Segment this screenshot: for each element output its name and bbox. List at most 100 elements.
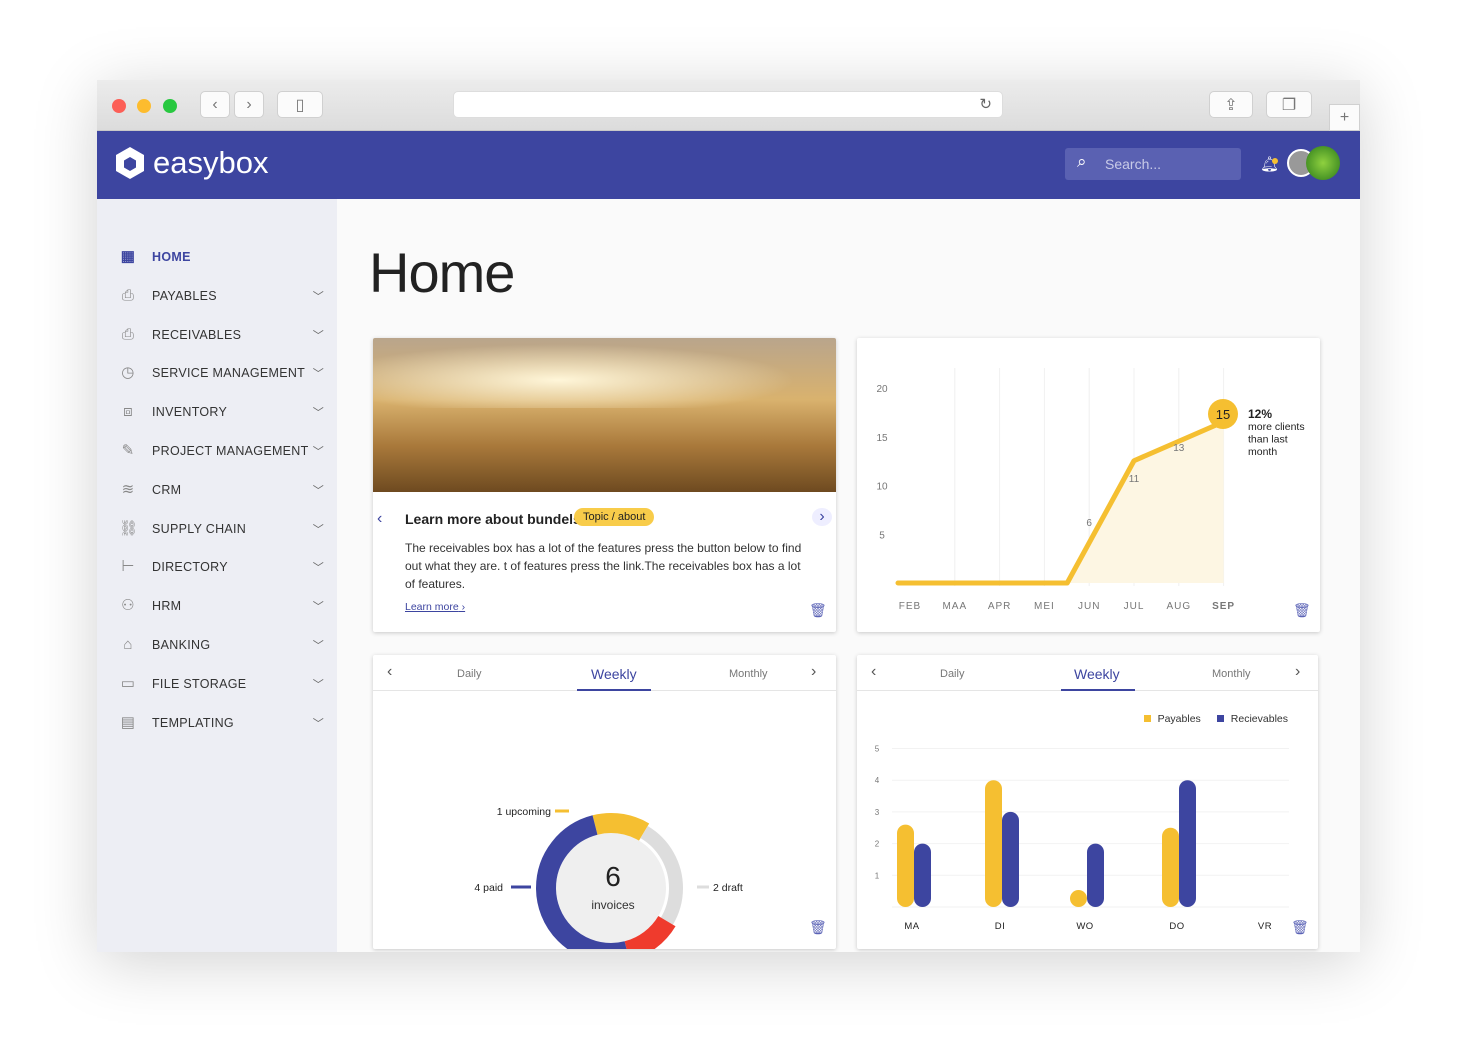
tools-icon: ✎ <box>121 442 135 459</box>
chevron-down-icon[interactable]: ﹀ <box>313 404 324 420</box>
family-field-image <box>373 338 836 492</box>
chevron-down-icon[interactable]: ﹀ <box>313 482 324 498</box>
legend-item: Payables <box>1143 713 1201 725</box>
sidebar-item-supply-chain[interactable]: ⛓︎ SUPPLY CHAIN ﹀ <box>119 517 324 541</box>
sidebar-item-label: DIRECTORY <box>152 560 228 575</box>
address-bar[interactable]: ↻ <box>453 91 1003 118</box>
card-body: The receivables box has a lot of the fea… <box>405 541 802 591</box>
hexagon-logo-icon <box>116 147 144 179</box>
sidebar-item-receivables[interactable]: ⎙ RECEIVABLES ﹀ <box>119 323 324 347</box>
trash-icon[interactable]: 🗑︎ <box>809 602 827 619</box>
x-tick-label: MA <box>904 921 919 932</box>
company-avatar[interactable] <box>1306 146 1340 180</box>
sidebar-item-hrm[interactable]: ⚇ HRM ﹀ <box>119 594 324 618</box>
payables-receivables-bar-card: 1 2 3 4 5 MA DI WO DO VR ‹ Daily Weekly Monthly ›… <box>857 655 1318 949</box>
x-tick-label: JUL <box>1124 601 1145 612</box>
legend: Payables Recievables <box>1143 713 1288 725</box>
bar <box>1179 780 1196 907</box>
tab-daily[interactable]: Daily <box>940 668 964 680</box>
browser-window: ‹ › ▯ ↻ ⇪ ❐ + easybox ⌕ Search... 🔔︎ ▦ HO… <box>97 80 1360 952</box>
chevron-down-icon[interactable]: ﹀ <box>313 327 324 343</box>
sidebar-item-home[interactable]: ▦ HOME <box>119 245 324 269</box>
sidebar-item-inventory[interactable]: ⧈ INVENTORY ﹀ <box>119 400 324 424</box>
chevron-down-icon[interactable]: ﹀ <box>313 715 324 731</box>
close-window-button[interactable] <box>112 99 126 113</box>
sidebar-item-payables[interactable]: ⎙ PAYABLES ﹀ <box>119 284 324 308</box>
chevron-down-icon[interactable]: ﹀ <box>313 365 324 381</box>
sidebar-item-crm[interactable]: ≋ CRM ﹀ <box>119 478 324 502</box>
sidebar-item-label: PAYABLES <box>152 288 217 303</box>
callout-text: more clients <box>1248 421 1305 433</box>
share-icon[interactable]: ⇪ <box>1209 91 1253 118</box>
bar <box>1070 890 1087 907</box>
search-icon: ⌕ <box>1077 152 1087 171</box>
tab-weekly[interactable]: Weekly <box>1074 666 1120 682</box>
logo[interactable]: easybox <box>115 145 268 181</box>
sidebar-item-label: HRM <box>152 599 182 614</box>
template-icon: ▤ <box>120 713 136 731</box>
chevron-down-icon[interactable]: ﹀ <box>313 443 324 459</box>
previous-period-icon[interactable]: ‹ <box>871 663 876 681</box>
search-placeholder: Search... <box>1105 156 1162 172</box>
x-tick-label: DI <box>995 921 1006 932</box>
chevron-down-icon[interactable]: ﹀ <box>313 521 324 537</box>
trash-icon[interactable]: 🗑︎ <box>1293 602 1311 619</box>
sidebar-item-label: BANKING <box>152 638 211 652</box>
sidebar-item-file-storage[interactable]: ▭ FILE STORAGE ﹀ <box>119 672 324 696</box>
chevron-down-icon[interactable]: ﹀ <box>313 637 324 653</box>
sidebar-item-banking[interactable]: ⌂ BANKING ﹀ <box>119 633 324 657</box>
document-download-icon: ⎙ <box>121 325 135 343</box>
maximize-window-button[interactable] <box>163 99 177 113</box>
minimize-window-button[interactable] <box>137 99 151 113</box>
sidebar-item-service-management[interactable]: ◷ SERVICE MANAGEMENT ﹀ <box>119 361 324 385</box>
bank-icon: ⌂ <box>123 636 133 653</box>
tabs-icon[interactable]: ❐ <box>1266 91 1312 118</box>
y-tick-label: 5 <box>875 745 880 754</box>
callout-text: than last <box>1248 434 1288 446</box>
invoice-total-label: invoices <box>591 898 635 912</box>
sidebar-item-directory[interactable]: ⊢ DIRECTORY ﹀ <box>119 555 324 579</box>
trash-icon[interactable]: 🗑︎ <box>809 919 827 936</box>
bar <box>985 780 1002 907</box>
callout-value: 12% <box>1248 407 1272 421</box>
bar <box>1002 811 1019 907</box>
new-tab-icon[interactable]: + <box>1329 104 1360 131</box>
next-arrow-icon[interactable]: › <box>812 508 832 526</box>
legend-swatch <box>1143 715 1151 722</box>
trash-icon[interactable]: 🗑︎ <box>1291 919 1309 936</box>
sidebar-toggle-icon[interactable]: ▯ <box>277 91 323 118</box>
chevron-down-icon[interactable]: ﹀ <box>313 559 324 575</box>
next-period-icon[interactable]: › <box>1295 663 1300 681</box>
forward-button[interactable]: › <box>234 91 264 118</box>
x-tick-label: FEB <box>899 601 921 612</box>
legend-label: Payables <box>1157 713 1201 725</box>
chevron-down-icon[interactable]: ﹀ <box>313 676 324 692</box>
invoice-total: 6 <box>605 861 621 892</box>
app-header: easybox ⌕ Search... 🔔︎ <box>97 131 1360 199</box>
segment-label: 1 upcoming <box>497 806 551 818</box>
data-label: 15 <box>1216 407 1230 422</box>
notification-dot <box>1272 158 1278 164</box>
sidebar-item-project-management[interactable]: ✎ PROJECT MANAGEMENT ﹀ <box>119 439 324 463</box>
search-input[interactable]: ⌕ Search... <box>1065 148 1241 180</box>
y-tick-label: 2 <box>875 840 880 849</box>
tab-monthly[interactable]: Monthly <box>1212 668 1251 680</box>
y-tick-label: 15 <box>876 433 888 444</box>
reload-icon[interactable]: ↻ <box>979 95 992 113</box>
sidebar-item-templating[interactable]: ▤ TEMPLATING ﹀ <box>119 711 324 735</box>
back-button[interactable]: ‹ <box>200 91 230 118</box>
bar <box>1162 827 1179 907</box>
period-tabs: ‹ Daily Weekly Monthly › <box>857 655 1318 691</box>
people-icon: ⚇ <box>121 597 135 615</box>
chain-icon: ⛓︎ <box>119 519 139 537</box>
previous-arrow-icon[interactable]: ‹ <box>377 510 382 528</box>
chevron-down-icon[interactable]: ﹀ <box>313 288 324 304</box>
topic-badge: Topic / about <box>574 508 655 526</box>
learn-more-link[interactable]: Learn more › <box>405 601 465 613</box>
sidebar-item-label: PROJECT MANAGEMENT <box>152 444 309 458</box>
bar <box>914 843 931 907</box>
y-tick-label: 20 <box>876 384 888 395</box>
x-tick-label: WO <box>1076 921 1093 932</box>
clock-icon: ◷ <box>121 364 135 382</box>
chevron-down-icon[interactable]: ﹀ <box>313 598 324 614</box>
